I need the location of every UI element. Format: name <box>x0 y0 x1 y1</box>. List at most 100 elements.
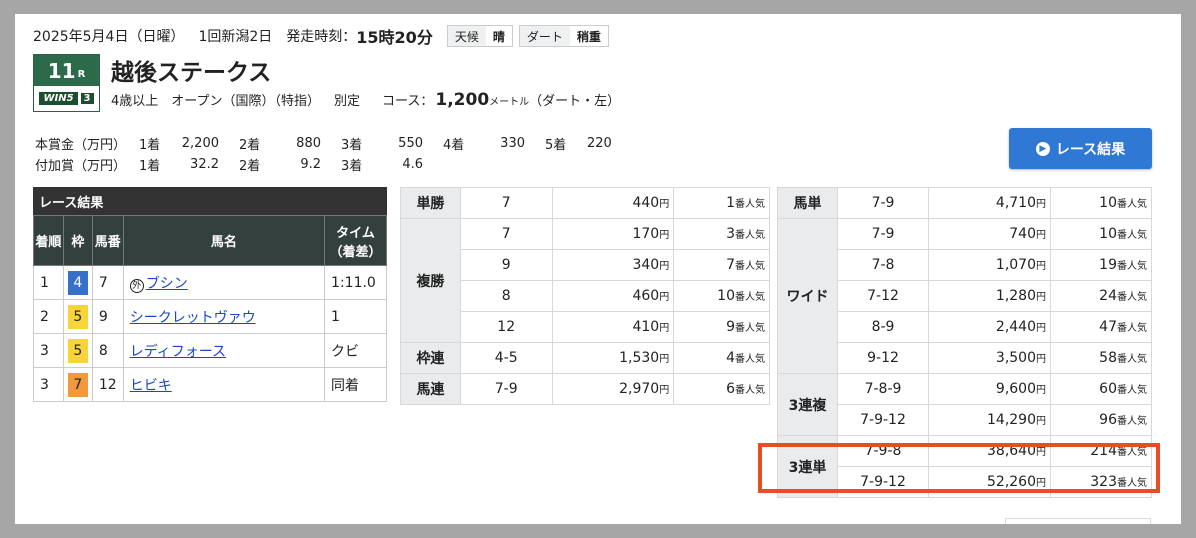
payout-amount: 740 <box>1009 226 1036 242</box>
prize-cell: 1着 <box>139 159 161 174</box>
popularity-cell: 1番人気 <box>673 187 770 219</box>
prize-cell: 5着 <box>545 138 567 153</box>
yen-unit: 円 <box>1036 416 1046 427</box>
combination: 7 <box>459 218 553 250</box>
bet-type-umaren: 馬連 <box>400 373 461 405</box>
payout-table-left: 単勝 7 440円 1番人気 複勝 7 170円 3番人気 9 340円 7番人気 8 460円 10番人… <box>400 187 770 405</box>
popularity-unit: 番人気 <box>1117 323 1147 334</box>
yen-unit: 円 <box>1036 199 1046 210</box>
course-detail: （ダート・左） <box>529 94 621 109</box>
prize-cell <box>485 155 543 174</box>
payout-cell: 2,970円 <box>551 373 675 405</box>
combination: 7-9 <box>837 187 929 219</box>
track-label: ダート <box>519 26 570 46</box>
popularity-cell: 60番人気 <box>1050 373 1152 405</box>
table-row: 2 5 9 シークレットヴァウ 1 <box>33 299 387 334</box>
horse-name-link[interactable]: シークレットヴァウ <box>130 310 256 326</box>
prize-row-label: 本賞金（万円） <box>35 138 127 153</box>
prize-cell: 330 <box>500 136 525 151</box>
horse-name-cell: 外ブシン <box>122 265 326 300</box>
popularity-rank: 4 <box>726 350 735 366</box>
prize-cell: 4.6 <box>402 157 423 172</box>
weight-rule: 別定 <box>334 94 361 109</box>
yen-unit: 円 <box>659 261 670 272</box>
horse-name-cell: シークレットヴァウ <box>122 299 326 334</box>
track-tag: ダート 稍重 <box>518 25 609 47</box>
popularity-cell: 24番人気 <box>1050 280 1152 312</box>
start-time: 15時20分 <box>356 28 433 47</box>
payout-amount: 9,600 <box>995 381 1036 397</box>
bet-type-sanrenpuku: 3連複 <box>777 373 838 436</box>
prize-table: 本賞金（万円） 1着 2,200 2着 880 3着 550 4着 330 5着 220 付加賞（万円… <box>33 132 632 176</box>
payout-cell: 410円 <box>551 311 675 343</box>
prize-row-label: 付加賞（万円） <box>35 159 127 174</box>
weather-label: 天候 <box>447 26 486 46</box>
bet-type-wakuren: 枠連 <box>400 342 461 374</box>
finish-position: 3 <box>33 367 64 402</box>
payout-cell: 340円 <box>551 249 675 281</box>
results-header-2: 馬番 <box>91 215 124 266</box>
prize-cell: 2着 <box>239 138 261 153</box>
popularity-cell: 10番人気 <box>673 280 770 312</box>
payout-amount: 2,970 <box>619 381 660 397</box>
popularity-rank: 60 <box>1099 381 1117 397</box>
horse-name-link[interactable]: レディフォース <box>130 344 226 360</box>
popularity-unit: 番人気 <box>1117 385 1147 396</box>
win5-mark: WIN5 3 <box>34 86 99 111</box>
prize-cell: 32.2 <box>190 157 219 172</box>
prize-row: 付加賞（万円） 1着 32.2 2着 9.2 3着 4.6 <box>35 155 630 174</box>
race-number: 11 <box>47 58 76 83</box>
popularity-unit: 番人気 <box>1117 199 1147 210</box>
prize-cell: 880 <box>296 136 321 151</box>
prize-cell: 4着 <box>443 138 465 153</box>
combination: 12 <box>459 311 553 343</box>
combination: 7-8-9 <box>837 373 929 405</box>
yen-unit: 円 <box>659 199 670 210</box>
yen-unit: 円 <box>1036 385 1046 396</box>
payout-amount: 460 <box>632 288 660 304</box>
popularity-unit: 番人気 <box>1117 230 1147 241</box>
combination: 7-9-12 <box>837 404 929 436</box>
foreign-horse-icon: 外 <box>129 278 144 293</box>
race-conditions: 4歳以上 オープン（国際）（特指） <box>111 94 320 109</box>
race-result-button[interactable]: ▶ レース結果 <box>1009 128 1152 169</box>
popularity-rank: 6 <box>726 381 735 397</box>
prize-row: 本賞金（万円） 1着 2,200 2着 880 3着 550 4着 330 5着 220 <box>35 134 630 153</box>
popularity-rank: 10 <box>1099 226 1117 242</box>
popularity-rank: 1 <box>726 195 735 211</box>
results-panel: レース結果 着順枠馬番 馬名 タイム（着差） 1 4 7 外ブシン 1:11.0 2 5 9 シーク… <box>33 187 387 402</box>
weather-value: 晴 <box>492 29 505 44</box>
payout-amount: 1,530 <box>619 350 660 366</box>
horse-name-link[interactable]: ブシン <box>146 276 188 292</box>
popularity-rank: 24 <box>1099 288 1117 304</box>
race-number-suffix: R <box>77 69 86 80</box>
yen-unit: 円 <box>659 292 670 303</box>
track-value: 稍重 <box>576 29 601 44</box>
payout-cell: 740円 <box>928 218 1051 250</box>
payout-amount: 2,440 <box>995 319 1036 335</box>
combination: 8-9 <box>837 311 929 343</box>
race-title: 越後ステークス <box>111 60 272 86</box>
prize-cell: 550 <box>398 136 423 151</box>
waku-badge: 5 <box>67 338 88 363</box>
popularity-cell: 9番人気 <box>673 311 770 343</box>
combination: 7 <box>459 187 553 219</box>
combination: 8 <box>459 280 553 312</box>
popularity-unit: 番人気 <box>1117 354 1147 365</box>
popularity-rank: 47 <box>1099 319 1117 335</box>
popularity-rank: 58 <box>1099 350 1117 366</box>
payout-amount: 14,290 <box>987 412 1036 428</box>
payout-row: 単勝 7 440円 1番人気 <box>400 187 770 219</box>
horse-name-link[interactable]: ヒビキ <box>130 378 172 394</box>
yen-unit: 円 <box>1036 261 1046 272</box>
results-header-4: タイム（着差） <box>324 215 387 266</box>
waku-badge: 4 <box>67 270 88 295</box>
yen-unit: 円 <box>659 354 670 365</box>
payout-row: 枠連 4-5 1,530円 4番人気 <box>400 342 770 374</box>
yen-unit: 円 <box>1036 323 1046 334</box>
payout-amount: 410 <box>632 319 660 335</box>
meeting: 1回新潟2日 <box>198 29 273 45</box>
popularity-rank: 3 <box>726 226 735 242</box>
payout-cell: 440円 <box>551 187 675 219</box>
yen-unit: 円 <box>1036 354 1046 365</box>
